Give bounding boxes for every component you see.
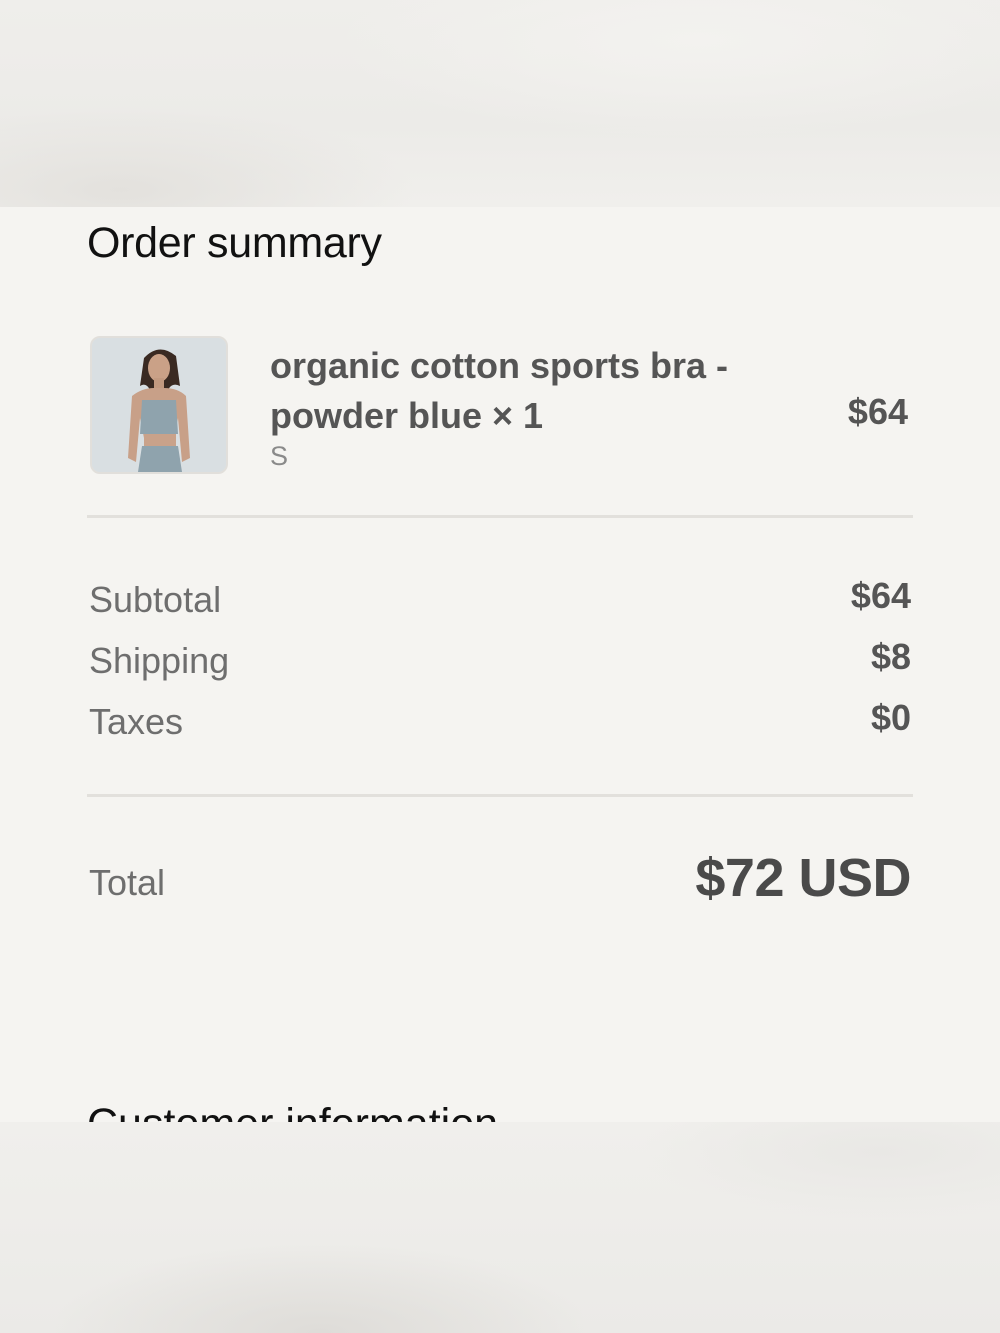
customer-information-title: Customer information [87, 1100, 498, 1122]
shipping-label: Shipping [89, 640, 230, 681]
shipping-row: Shipping $8 [89, 636, 911, 684]
blurred-top-margin [0, 0, 1000, 207]
taxes-label: Taxes [89, 701, 184, 742]
subtotal-value: $64 [850, 575, 911, 616]
product-thumbnail [90, 336, 228, 474]
total-label: Total [89, 862, 166, 903]
order-summary-title: Order summary [87, 219, 382, 267]
total-value: $72 USD [695, 848, 911, 908]
taxes-value: $0 [870, 697, 911, 738]
shipping-value: $8 [870, 636, 911, 677]
product-name: organic cotton sports bra - powder blue … [270, 345, 729, 436]
product-photo-icon [92, 338, 226, 472]
divider [87, 794, 913, 797]
total-row: Total $72 USD [89, 847, 911, 917]
blurred-bottom-margin [0, 1122, 1000, 1333]
product-price: $64 [847, 391, 908, 432]
order-summary-panel: Order summary organic cotton sports bra … [0, 207, 1000, 1122]
subtotal-label: Subtotal [89, 579, 222, 620]
taxes-row: Taxes $0 [89, 697, 911, 745]
product-variant: S [270, 441, 289, 471]
subtotal-row: Subtotal $64 [89, 575, 911, 623]
line-item: organic cotton sports bra - powder blue … [90, 335, 912, 477]
divider [87, 515, 913, 518]
